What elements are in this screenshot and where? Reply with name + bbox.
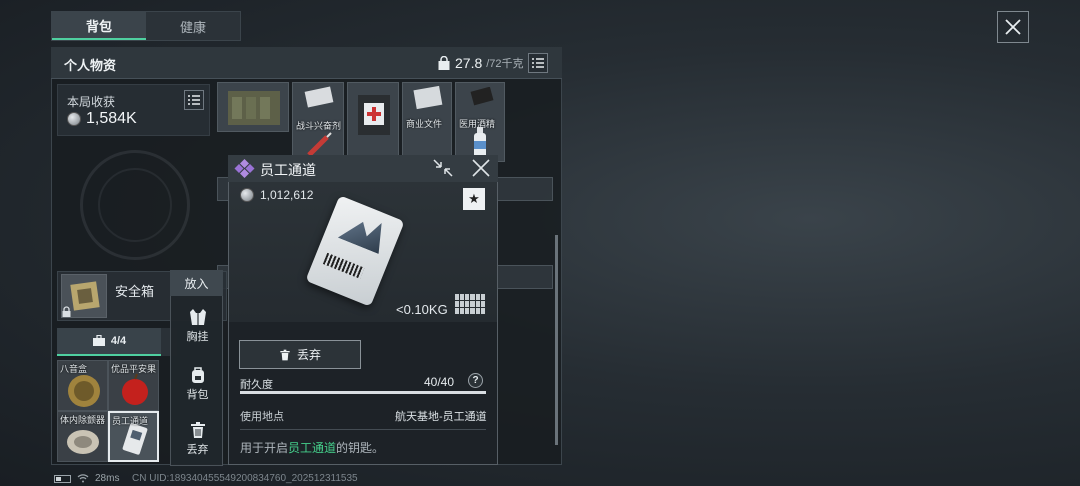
item-medkit[interactable] <box>347 82 399 162</box>
weight-max: /72千克 <box>486 58 524 70</box>
pocket-item-apple[interactable]: 优品平安果 <box>108 360 159 411</box>
pocket-item-music-box[interactable]: 八音盒 <box>57 360 108 411</box>
item-description: 用于开启员工通道的钥匙。 <box>240 441 385 455</box>
loot-title: 本局收获 <box>67 95 116 109</box>
panel-scrollbar[interactable] <box>555 235 558 445</box>
star-icon: ★ <box>468 191 480 206</box>
collapse-icon[interactable] <box>433 159 453 177</box>
vest-icon <box>189 309 206 325</box>
durability-value: 40/40 <box>424 375 455 389</box>
ping-text: 28ms <box>95 473 120 484</box>
uid-text: CN UID:18934045554920083476​0_2025123115… <box>132 473 358 484</box>
safe-box-label: 安全箱 <box>115 284 155 299</box>
apple-icon <box>122 373 148 405</box>
help-icon[interactable]: ? <box>468 373 483 388</box>
toolbox-icon <box>92 335 105 346</box>
durability-label: 耐久度 <box>240 379 273 391</box>
lock-icon <box>62 306 71 317</box>
wifi-icon <box>77 474 89 483</box>
divider <box>240 429 486 430</box>
documents-icon <box>413 85 443 110</box>
item-size-grid-icon <box>455 294 485 314</box>
close-button[interactable] <box>997 11 1029 43</box>
menu-item-label: 丢弃 <box>186 444 209 456</box>
menu-header: 放入 <box>170 270 223 296</box>
menu-item-backpack[interactable]: 背包 <box>171 366 224 402</box>
item-weight: <0.10KG <box>396 302 448 317</box>
close-icon <box>1005 19 1021 35</box>
discard-label: 丢弃 <box>296 348 321 362</box>
keycard-icon <box>122 423 148 455</box>
weight-icon <box>438 55 450 70</box>
item-chest-rig[interactable] <box>217 82 289 132</box>
rarity-purple-icon <box>234 159 255 178</box>
list-icon <box>188 95 200 105</box>
defibrillator-icon <box>67 430 99 454</box>
trash-icon <box>190 422 205 438</box>
weight-current: 27.8 <box>455 55 483 71</box>
backpack-icon <box>191 367 204 383</box>
item-medical-alcohol[interactable]: 医用酒精 <box>455 82 505 162</box>
faction-emblem-inner <box>98 168 172 242</box>
medkit-icon <box>358 95 390 135</box>
tab-backpack[interactable]: 背包 <box>52 12 146 40</box>
tab-health[interactable]: 健康 <box>146 12 240 40</box>
item-business-docs[interactable]: 商业文件 <box>402 82 452 162</box>
device-icon <box>470 87 494 106</box>
favorite-button[interactable]: ★ <box>463 188 485 210</box>
pocket-item-staff-passage[interactable]: 员工通道 <box>108 411 159 462</box>
pill-box-icon <box>304 86 334 108</box>
put-in-menu: 胸挂 背包 丢弃 <box>170 270 223 466</box>
coin-icon <box>67 112 81 126</box>
music-box-icon <box>68 375 100 407</box>
panel-title: 个人物资 <box>64 58 117 73</box>
top-tabs: 背包 健康 <box>51 11 241 41</box>
detail-close-icon[interactable] <box>471 159 491 177</box>
loot-value: 1,584K <box>67 110 137 128</box>
tab-pocket[interactable]: 4/4 <box>57 328 161 356</box>
use-location-label: 使用地点 <box>240 411 284 423</box>
sort-list-button[interactable] <box>527 53 548 73</box>
menu-item-label: 胸挂 <box>186 331 209 343</box>
menu-item-chest-rig[interactable]: 胸挂 <box>171 308 224 344</box>
durability-bar <box>240 391 486 394</box>
pocket-item-defibrillator[interactable]: 体内除颤器 <box>57 411 108 462</box>
item-price: 1,012,612 <box>240 188 313 202</box>
description-highlight: 员工通道 <box>288 441 337 455</box>
trash-icon <box>280 349 290 360</box>
weight-readout: 27.8 /72千克 <box>437 53 548 73</box>
loot-list-button[interactable] <box>184 90 204 110</box>
pocket-capacity: 4/4 <box>110 335 127 347</box>
use-location-value: 航天基地-员工通道 <box>395 411 487 423</box>
item-price-value: 1,012,612 <box>260 188 314 202</box>
detail-title: 员工通道 <box>260 162 316 178</box>
chest-rig-icon <box>228 91 280 125</box>
discard-button[interactable]: 丢弃 <box>239 340 361 369</box>
menu-item-discard[interactable]: 丢弃 <box>171 421 224 457</box>
list-icon <box>531 58 544 68</box>
menu-item-label: 背包 <box>186 389 209 401</box>
item-stimulant[interactable]: 战斗兴奋剂 <box>292 82 344 162</box>
coin-icon <box>240 188 254 202</box>
status-bar: 28ms <box>54 473 119 484</box>
loot-value-text: 1,584K <box>86 110 137 127</box>
battery-icon <box>54 474 71 483</box>
